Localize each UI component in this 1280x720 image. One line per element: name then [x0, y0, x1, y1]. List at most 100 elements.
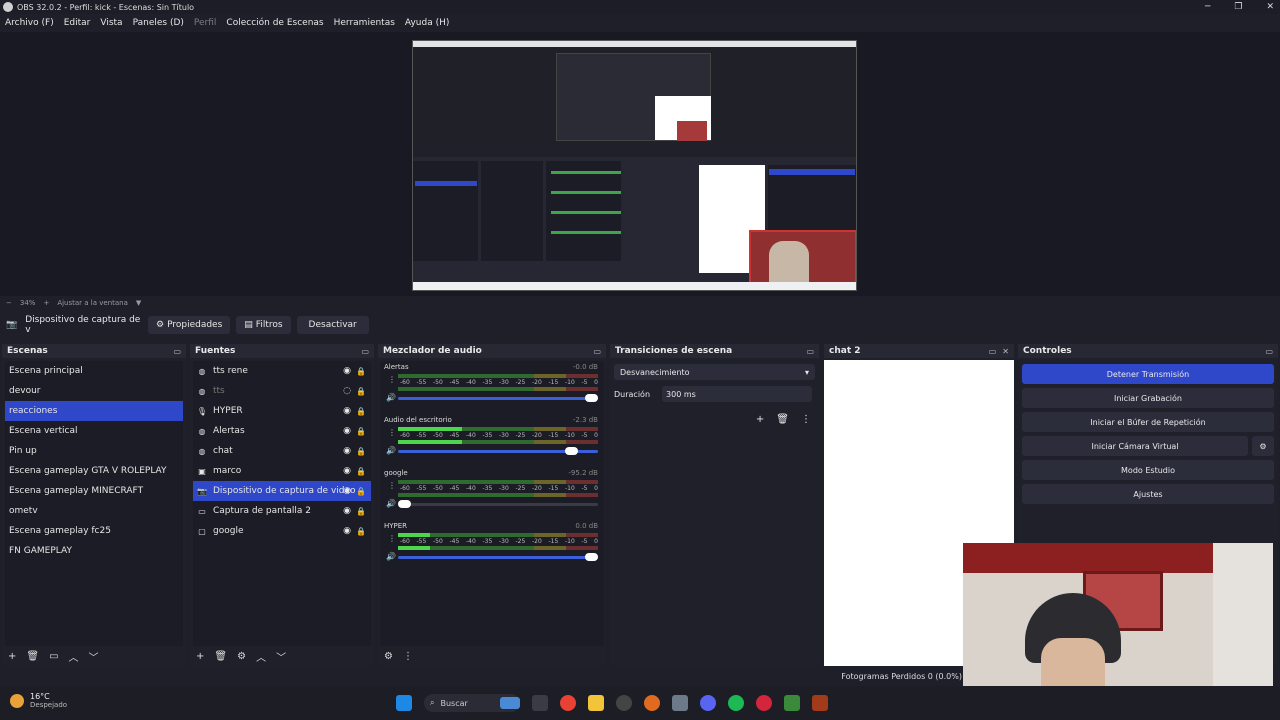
start-virtual-camera-button[interactable]: Iniciar Cámara Virtual	[1022, 436, 1248, 456]
add-scene-icon[interactable]: +	[8, 651, 16, 662]
scene-item[interactable]: ometv	[5, 501, 183, 521]
volume-thumb[interactable]	[585, 553, 598, 561]
obs-taskbar-icon[interactable]	[616, 695, 632, 711]
menu-vista[interactable]: Vista	[100, 18, 122, 28]
source-item[interactable]: ◍ tts ◌ 🔒	[193, 381, 371, 401]
lock-icon[interactable]: 🔒	[356, 507, 366, 516]
channel-menu-icon[interactable]: ⋮	[388, 428, 396, 437]
move-up-icon[interactable]: ︿	[256, 649, 266, 664]
windows-start-icon[interactable]	[396, 695, 412, 711]
start-recording-button[interactable]: Iniciar Grabación	[1022, 388, 1274, 408]
start-replay-buffer-button[interactable]: Iniciar el Búfer de Repetición	[1022, 412, 1274, 432]
lock-icon[interactable]: 🔒	[356, 387, 366, 396]
search-box[interactable]: ⌕ Buscar	[424, 694, 520, 712]
channel-menu-icon[interactable]: ⋮	[388, 481, 396, 490]
transition-select[interactable]: Desvanecimiento ▾	[614, 364, 815, 380]
remove-scene-icon[interactable]: 🗑	[26, 651, 39, 662]
speaker-icon[interactable]: 🔊	[386, 499, 396, 508]
menu-ayuda[interactable]: Ayuda (H)	[405, 18, 449, 28]
eye-icon[interactable]: ◉	[343, 466, 351, 476]
undock-icon[interactable]: ▭	[593, 347, 601, 356]
lock-icon[interactable]: 🔒	[356, 367, 366, 376]
undock-icon[interactable]: ▭	[361, 347, 369, 356]
virtual-camera-settings-icon[interactable]: ⚙	[1252, 436, 1274, 456]
volume-thumb[interactable]	[398, 500, 411, 508]
volume-slider[interactable]	[398, 553, 598, 561]
menu-coleccion[interactable]: Colección de Escenas	[226, 18, 323, 28]
move-up-icon[interactable]: ︿	[69, 649, 79, 664]
source-item[interactable]: ◍ tts rene ◉ 🔒	[193, 361, 371, 381]
deactivate-button[interactable]: Desactivar	[296, 316, 369, 334]
volume-slider[interactable]	[398, 394, 598, 402]
duration-input[interactable]: 300 ms	[662, 386, 813, 402]
channel-menu-icon[interactable]: ⋮	[388, 375, 396, 384]
scene-item[interactable]: Pin up	[5, 441, 183, 461]
zoom-out-button[interactable]: −	[6, 299, 12, 307]
app-icon[interactable]	[812, 695, 828, 711]
chrome-icon[interactable]	[560, 695, 576, 711]
scene-item[interactable]: Escena gameplay GTA V ROLEPLAY	[5, 461, 183, 481]
filters-button[interactable]: ▤ Filtros	[236, 316, 291, 334]
source-item[interactable]: ◍ chat ◉ 🔒	[193, 441, 371, 461]
eye-icon[interactable]: ◉	[343, 526, 351, 536]
undock-icon[interactable]: ▭	[989, 347, 997, 356]
undock-icon[interactable]: ▭	[173, 347, 181, 356]
move-down-icon[interactable]: ﹀	[276, 649, 286, 664]
preview-canvas[interactable]	[412, 40, 857, 291]
lock-icon[interactable]: 🔒	[356, 447, 366, 456]
source-item[interactable]: 📷 Dispositivo de captura de video ◉ 🔒	[193, 481, 371, 501]
scene-item[interactable]: reacciones	[5, 401, 183, 421]
studio-mode-button[interactable]: Modo Estudio	[1022, 460, 1274, 480]
scene-item[interactable]: Escena vertical	[5, 421, 183, 441]
scene-filters-icon[interactable]: ▭	[49, 651, 58, 662]
source-settings-icon[interactable]: ⚙	[237, 651, 246, 662]
add-source-icon[interactable]: +	[196, 651, 204, 662]
add-transition-icon[interactable]: +	[756, 414, 764, 425]
speaker-icon[interactable]: 🔊	[386, 552, 396, 561]
channel-menu-icon[interactable]: ⋮	[388, 534, 396, 543]
speaker-icon[interactable]: 🔊	[386, 446, 396, 455]
scene-item[interactable]: Escena gameplay fc25	[5, 521, 183, 541]
weather-widget[interactable]: 16°C Despejado	[10, 692, 67, 709]
fit-window-label[interactable]: Ajustar a la ventana	[57, 299, 128, 307]
settings-button[interactable]: Ajustes	[1022, 484, 1274, 504]
eye-icon[interactable]: ◉	[343, 506, 351, 516]
scene-item[interactable]: devour	[5, 381, 183, 401]
close-icon[interactable]: ✕	[1002, 347, 1009, 356]
source-item[interactable]: ◍ Alertas ◉ 🔒	[193, 421, 371, 441]
eye-icon[interactable]: ◉	[343, 366, 351, 376]
menu-perfil[interactable]: Perfil	[194, 18, 217, 28]
app-icon[interactable]	[644, 695, 660, 711]
eye-icon[interactable]: ◉	[343, 446, 351, 456]
app-icon[interactable]	[672, 695, 688, 711]
minimize-button[interactable]: ─	[1205, 0, 1210, 14]
discord-icon[interactable]	[700, 695, 716, 711]
minecraft-icon[interactable]	[784, 695, 800, 711]
eye-icon[interactable]: ◉	[343, 426, 351, 436]
properties-button[interactable]: ⚙ Propiedades	[148, 316, 231, 334]
menu-editar[interactable]: Editar	[64, 18, 91, 28]
eye-off-icon[interactable]: ◌	[343, 386, 351, 396]
spotify-icon[interactable]	[728, 695, 744, 711]
task-view-icon[interactable]	[532, 695, 548, 711]
volume-thumb[interactable]	[585, 394, 598, 402]
scene-item[interactable]: Escena principal	[5, 361, 183, 381]
stop-stream-button[interactable]: Detener Transmisión	[1022, 364, 1274, 384]
zoom-in-button[interactable]: +	[43, 299, 49, 307]
lock-icon[interactable]: 🔒	[356, 407, 366, 416]
maximize-button[interactable]: ❐	[1234, 0, 1242, 14]
source-item[interactable]: ▢ google ◉ 🔒	[193, 521, 371, 541]
remove-transition-icon[interactable]: 🗑	[776, 414, 789, 425]
opera-icon[interactable]	[756, 695, 772, 711]
lock-icon[interactable]: 🔒	[356, 427, 366, 436]
eye-icon[interactable]: ◉	[343, 486, 351, 496]
menu-archivo[interactable]: Archivo (F)	[5, 18, 54, 28]
menu-paneles[interactable]: Paneles (D)	[133, 18, 184, 28]
lock-icon[interactable]: 🔒	[356, 527, 366, 536]
mixer-menu-icon[interactable]: ⋮	[403, 651, 413, 662]
close-button[interactable]: ✕	[1266, 0, 1274, 14]
volume-slider[interactable]	[398, 500, 598, 508]
undock-icon[interactable]: ▭	[806, 347, 814, 356]
transition-menu-icon[interactable]: ⋮	[801, 414, 811, 425]
eye-icon[interactable]: ◉	[343, 406, 351, 416]
